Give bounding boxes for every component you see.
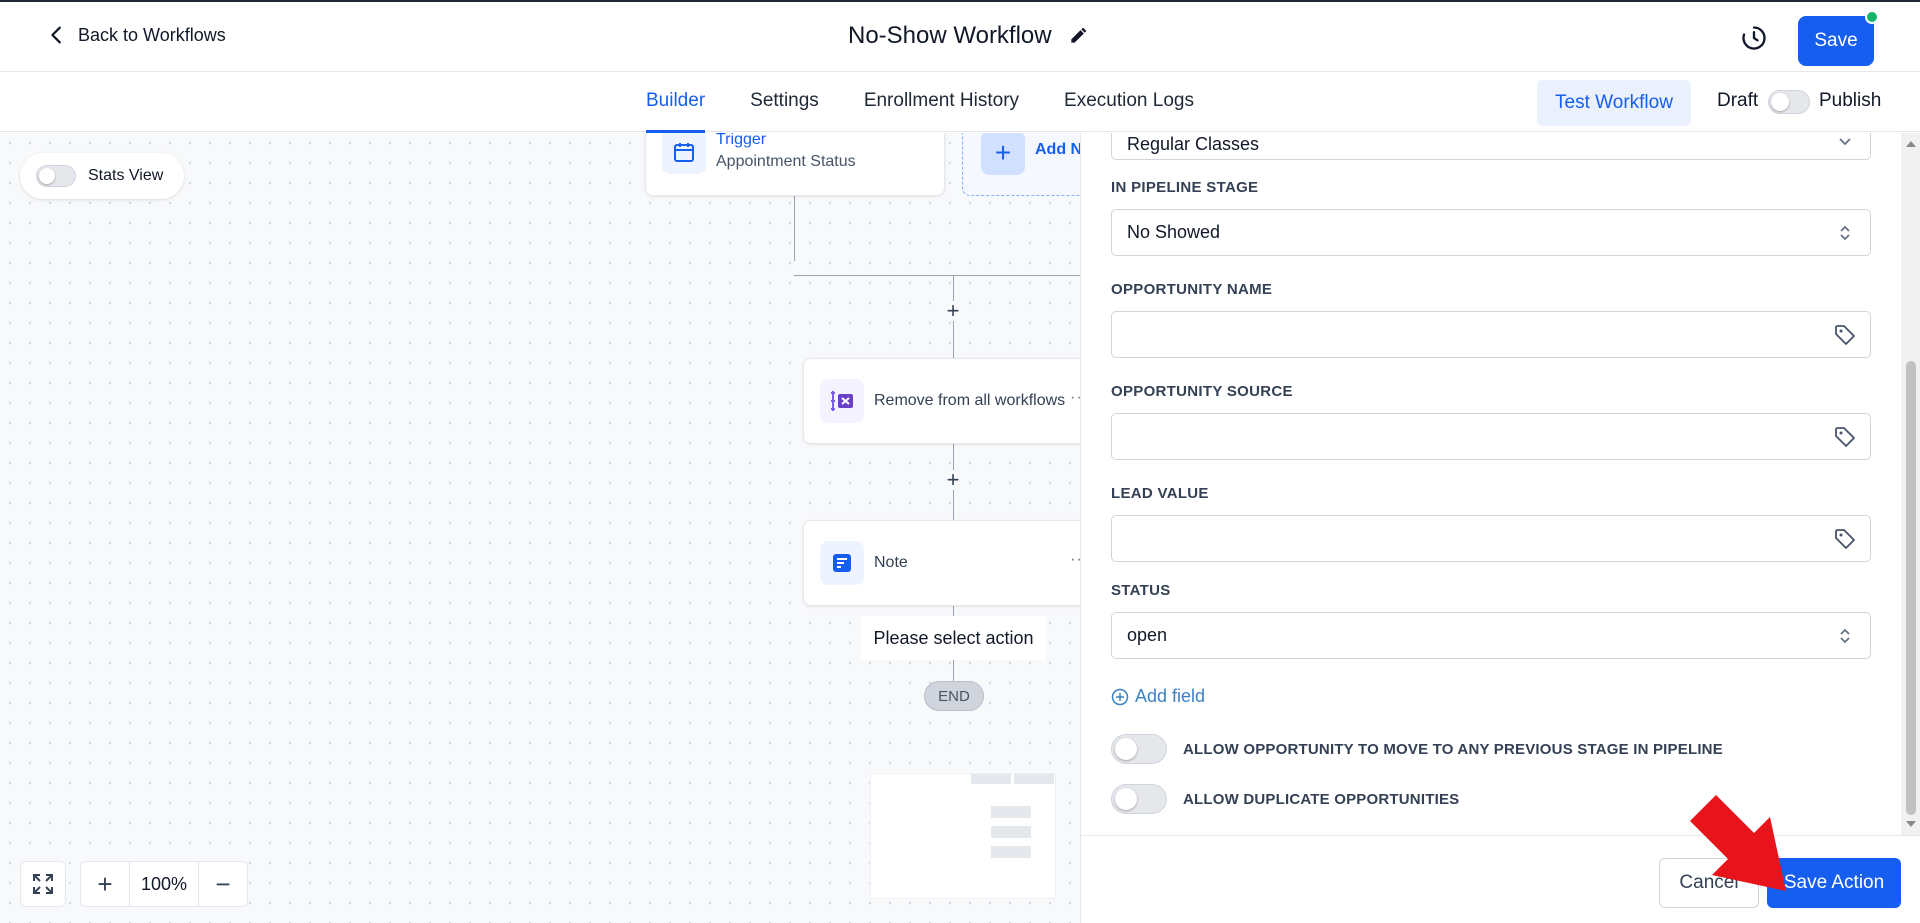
- calendar-icon: [662, 133, 706, 174]
- back-label: Back to Workflows: [78, 24, 226, 45]
- add-step-plus-icon[interactable]: +: [943, 300, 963, 322]
- publish-toggle[interactable]: [1768, 90, 1810, 114]
- opportunity-name-label: OPPORTUNITY NAME: [1111, 281, 1273, 298]
- publish-label: Publish: [1819, 90, 1882, 111]
- more-options-icon[interactable]: ···: [1070, 551, 1080, 569]
- allow-previous-stage-row: ALLOW OPPORTUNITY TO MOVE TO ANY PREVIOU…: [1111, 734, 1723, 764]
- remove-from-workflows-node[interactable]: Remove from all workflows ···: [803, 358, 1080, 444]
- remove-node-label: Remove from all workflows: [874, 392, 1066, 409]
- zoom-level: 100%: [129, 862, 199, 906]
- tab-enrollment-history[interactable]: Enrollment History: [864, 72, 1019, 132]
- remove-workflow-icon: [820, 379, 864, 423]
- stats-view-label: Stats View: [88, 167, 164, 184]
- select-action-placeholder[interactable]: Please select action: [861, 616, 1046, 660]
- tab-bar: Builder Settings Enrollment History Exec…: [0, 72, 1920, 133]
- lead-value-field[interactable]: [1111, 515, 1871, 562]
- tag-icon[interactable]: [1834, 324, 1856, 346]
- pipeline-stage-select[interactable]: No Showed: [1111, 209, 1871, 256]
- opportunity-source-label: OPPORTUNITY SOURCE: [1111, 383, 1293, 400]
- allow-previous-stage-toggle[interactable]: [1111, 734, 1167, 764]
- scroll-up-icon[interactable]: [1906, 141, 1916, 147]
- draft-label: Draft: [1717, 90, 1759, 111]
- sort-arrows-icon: [1840, 628, 1850, 644]
- status-value: open: [1127, 625, 1168, 645]
- zoom-in-button[interactable]: +: [81, 862, 129, 906]
- annotation-arrow-icon: [1690, 795, 1786, 891]
- end-marker: END: [924, 681, 984, 711]
- minimap-block: [991, 846, 1031, 858]
- stage-label: IN PIPELINE STAGE: [1111, 179, 1259, 196]
- stats-toggle-switch[interactable]: [36, 165, 76, 187]
- minimap[interactable]: [870, 773, 1056, 899]
- plus-circle-icon: [1111, 688, 1129, 705]
- allow-duplicates-row: ALLOW DUPLICATE OPPORTUNITIES: [1111, 784, 1459, 814]
- workflow-title: No-Show Workflow: [848, 22, 1052, 49]
- allow-duplicates-label: ALLOW DUPLICATE OPPORTUNITIES: [1183, 790, 1460, 808]
- add-step-plus-icon[interactable]: +: [943, 469, 963, 491]
- scrollbar-thumb[interactable]: [1906, 361, 1916, 815]
- add-new-trigger[interactable]: + Add N: [962, 133, 1080, 196]
- note-icon: [820, 541, 864, 585]
- tag-icon[interactable]: [1834, 426, 1856, 448]
- note-node-label: Note: [874, 554, 908, 571]
- more-options-icon[interactable]: ···: [1070, 389, 1080, 407]
- trigger-node[interactable]: Trigger Appointment Status: [645, 133, 945, 196]
- minimap-block: [991, 806, 1031, 818]
- zoom-controls: + 100% −: [80, 861, 248, 907]
- add-new-trigger-label: Add N: [1035, 141, 1080, 158]
- pencil-icon[interactable]: [1068, 26, 1088, 46]
- back-to-workflows-link[interactable]: Back to Workflows: [46, 24, 226, 46]
- test-workflow-button[interactable]: Test Workflow: [1537, 80, 1691, 126]
- allow-previous-stage-label: ALLOW OPPORTUNITY TO MOVE TO ANY PREVIOU…: [1183, 740, 1723, 758]
- add-field-label: Add field: [1135, 686, 1206, 706]
- connector-line: [794, 275, 954, 276]
- pipeline-select[interactable]: Regular Classes: [1111, 133, 1871, 160]
- allow-duplicates-toggle[interactable]: [1111, 784, 1167, 814]
- connector-line: [794, 196, 795, 261]
- chevron-left-icon: [51, 26, 61, 44]
- note-node[interactable]: Note ···: [803, 520, 1080, 606]
- stats-view-toggle[interactable]: Stats View: [20, 153, 184, 199]
- save-workflow-button[interactable]: Save: [1798, 16, 1874, 66]
- add-field-link[interactable]: Add field: [1111, 686, 1205, 707]
- opportunity-source-field[interactable]: [1111, 413, 1871, 460]
- status-select[interactable]: open: [1111, 612, 1871, 659]
- trigger-subtitle: Appointment Status: [716, 153, 856, 170]
- panel-scroll-area[interactable]: Regular Classes IN PIPELINE STAGE No Sho…: [1081, 133, 1901, 835]
- minimap-block: [991, 826, 1031, 838]
- panel-scrollbar[interactable]: [1901, 133, 1920, 835]
- connector-line: [953, 275, 1080, 276]
- scroll-down-icon[interactable]: [1906, 821, 1916, 827]
- lead-value-label: LEAD VALUE: [1111, 485, 1209, 502]
- minimap-block: [1014, 774, 1054, 784]
- status-label: STATUS: [1111, 582, 1171, 599]
- top-header: Back to Workflows No-Show Workflow Save: [0, 0, 1920, 72]
- tab-builder[interactable]: Builder: [646, 72, 706, 133]
- unsaved-indicator: [1865, 10, 1879, 24]
- chevron-down-icon: [1839, 138, 1851, 146]
- trigger-title: Trigger: [716, 133, 767, 148]
- history-icon[interactable]: [1740, 24, 1768, 52]
- minimap-block: [971, 774, 1011, 784]
- zoom-out-button[interactable]: −: [199, 862, 247, 906]
- workflow-canvas[interactable]: Stats View + + Trigger Appointment Statu…: [0, 133, 1080, 923]
- plus-icon: +: [981, 133, 1025, 175]
- sort-arrows-icon: [1840, 225, 1850, 241]
- expand-icon: [33, 874, 53, 894]
- tag-icon[interactable]: [1834, 528, 1856, 550]
- opportunity-name-field[interactable]: [1111, 311, 1871, 358]
- tab-execution-logs[interactable]: Execution Logs: [1064, 72, 1194, 132]
- pipeline-value: Regular Classes: [1127, 134, 1260, 154]
- tab-settings[interactable]: Settings: [750, 72, 819, 132]
- fit-view-button[interactable]: [20, 861, 66, 907]
- stage-value: No Showed: [1127, 222, 1221, 242]
